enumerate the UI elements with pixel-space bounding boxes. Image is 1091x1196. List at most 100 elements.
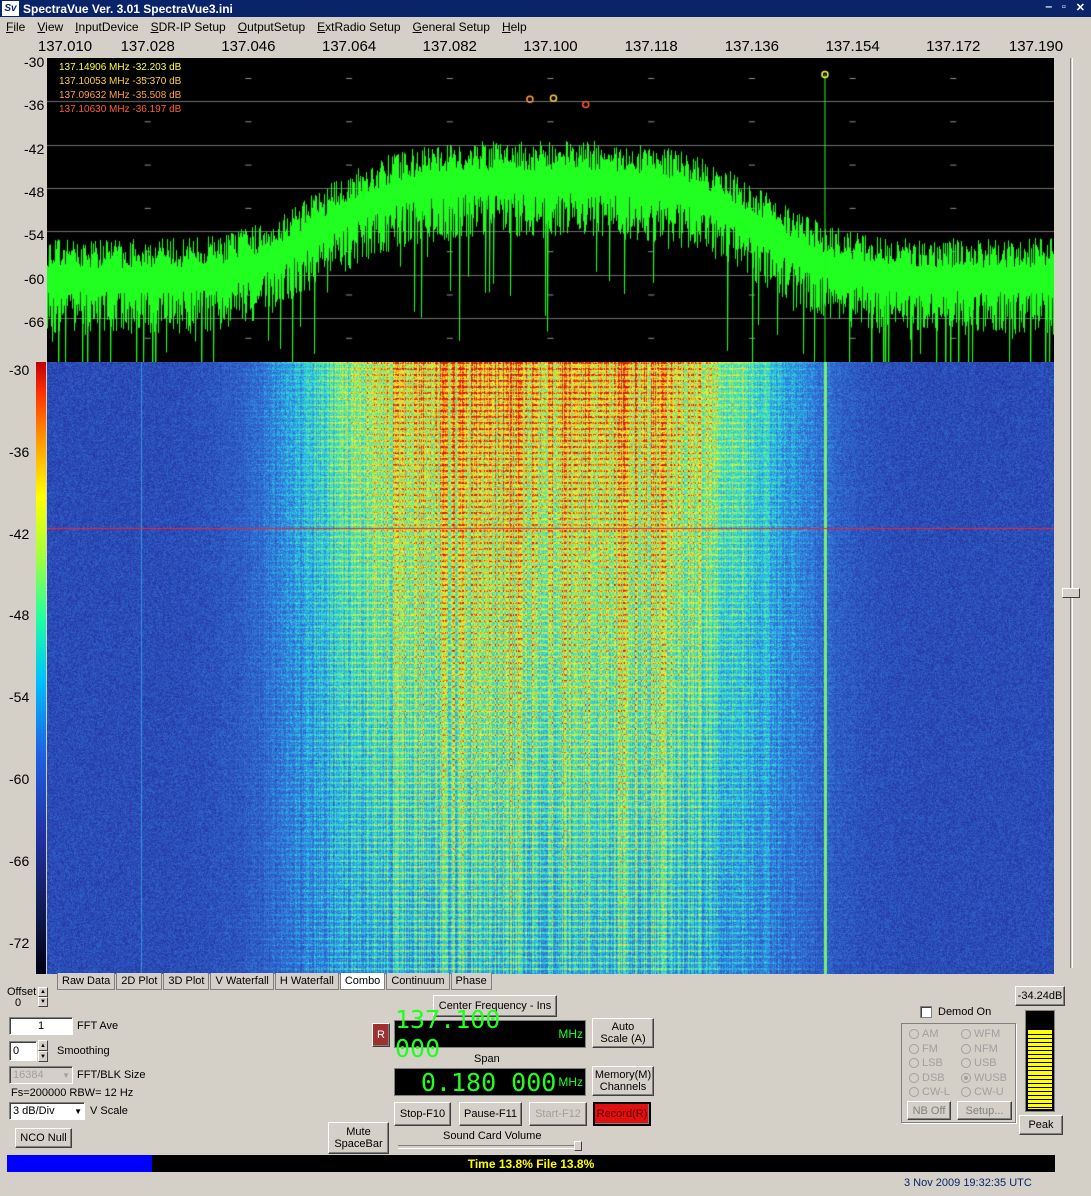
setup-button[interactable]: Setup... xyxy=(957,1101,1012,1120)
spectrum-y-label: -42 xyxy=(24,140,45,157)
meter-segment xyxy=(1028,1029,1052,1031)
mode-radio-wusb[interactable]: WUSB xyxy=(961,1072,1007,1084)
mode-radio-wfm[interactable]: WFM xyxy=(961,1028,1000,1040)
meter-segment xyxy=(1028,1049,1052,1051)
offset-spinner[interactable]: ▲ ▼ xyxy=(38,987,48,1007)
spectrum-y-label: -54 xyxy=(24,227,45,244)
demod-on-checkbox[interactable] xyxy=(920,1006,932,1018)
mode-label: WFM xyxy=(974,1028,1001,1040)
meter-segment xyxy=(1028,1070,1052,1072)
meter-segment xyxy=(1028,1099,1052,1101)
menu-item-help[interactable]: Help xyxy=(502,20,527,34)
tab-3d-plot[interactable]: 3D Plot xyxy=(163,973,210,990)
menu-item-sdr-ip-setup[interactable]: SDR-IP Setup xyxy=(151,20,226,34)
mode-radio-usb[interactable]: USB xyxy=(961,1057,997,1069)
slider-thumb[interactable] xyxy=(1062,588,1080,598)
meter-segment xyxy=(1028,1037,1052,1039)
frequency-tick-label: 137.064 xyxy=(321,38,377,55)
mode-label: CW-L xyxy=(922,1086,950,1098)
meter-segment xyxy=(1028,1107,1052,1109)
peak-button[interactable]: Peak xyxy=(1019,1115,1063,1135)
pause-button[interactable]: Pause-F11 xyxy=(459,1102,522,1126)
app-logo-icon: Sv xyxy=(2,1,19,16)
tab-continuum[interactable]: Continuum xyxy=(386,973,450,990)
mode-radio-cw-l[interactable]: CW-L xyxy=(909,1086,950,1098)
peak-marker-readout: 137.09632 MHz -35.508 dB xyxy=(59,90,182,101)
mode-radio-fm[interactable]: FM xyxy=(909,1043,938,1055)
meter-segment xyxy=(1028,1041,1052,1043)
offset-value: 0 xyxy=(15,997,22,1009)
mode-radio-lsb[interactable]: LSB xyxy=(909,1057,943,1069)
span-display[interactable]: 0.180 000 MHz xyxy=(394,1068,586,1097)
span-unit: MHz xyxy=(558,1075,583,1089)
tab-combo[interactable]: Combo xyxy=(339,973,386,990)
mode-radio-dsb[interactable]: DSB xyxy=(909,1072,945,1084)
smoothing-input[interactable]: 0 xyxy=(9,1041,37,1061)
frequency-tick-label: 137.154 xyxy=(825,38,880,55)
waterfall-y-label: -54 xyxy=(9,689,30,706)
mode-label: AM xyxy=(922,1028,939,1040)
meter-segment xyxy=(1028,1058,1052,1060)
menu-item-general-setup[interactable]: General Setup xyxy=(413,20,490,34)
start-button[interactable]: Start-F12 xyxy=(529,1102,587,1126)
peak-marker-readout: 137.14906 MHz -32.203 dB xyxy=(59,62,182,73)
frequency-tick-label: 137.136 xyxy=(724,38,780,55)
mode-radio-cw-u[interactable]: CW-U xyxy=(961,1086,1004,1098)
waterfall-contrast-slider[interactable] xyxy=(1061,58,1081,968)
peak-marker-readout: 137.10053 MHz -35.370 dB xyxy=(59,76,182,87)
sound-volume-slider[interactable] xyxy=(398,1145,582,1149)
fft-ave-label: FFT Ave xyxy=(77,1020,119,1032)
record-button[interactable]: Record(R) xyxy=(593,1102,651,1126)
frequency-tick-label: 137.082 xyxy=(422,38,477,55)
chevron-down-icon: ▼ xyxy=(74,1106,82,1116)
close-icon[interactable]: ✕ xyxy=(1076,1,1085,14)
mode-radio-am[interactable]: AM xyxy=(909,1028,939,1040)
frequency-tick-label: 137.118 xyxy=(624,38,678,55)
nb-off-button[interactable]: NB Off xyxy=(907,1101,951,1120)
meter-segment xyxy=(1028,1095,1052,1096)
tab-h-waterfall[interactable]: H Waterfall xyxy=(274,973,339,990)
mute-button[interactable]: Mute SpaceBar xyxy=(328,1122,389,1154)
mode-radio-nfm[interactable]: NFM xyxy=(961,1043,998,1055)
sample-rate-text: Fs=200000 RBW= 12 Hz xyxy=(11,1087,134,1099)
spectrum-plot[interactable]: 137.14906 MHz -32.203 dB 137.10053 MHz -3… xyxy=(47,58,1054,362)
r-button[interactable]: R xyxy=(372,1023,390,1047)
fft-size-select[interactable]: 16384 ▼ xyxy=(9,1066,73,1084)
memory-channels-button[interactable]: Memory(M) Channels xyxy=(592,1066,654,1096)
minimize-icon[interactable]: ‒ xyxy=(1046,1,1052,14)
menu-item-extradio-setup[interactable]: ExtRadio Setup xyxy=(317,20,400,34)
tab-raw-data[interactable]: Raw Data xyxy=(57,973,116,990)
stop-button[interactable]: Stop-F10 xyxy=(394,1102,451,1126)
menu-item-file[interactable]: File xyxy=(6,20,25,34)
demod-on-label: Demod On xyxy=(938,1006,992,1018)
nco-null-button[interactable]: NCO Null xyxy=(15,1128,72,1148)
smoothing-spinner[interactable]: ▲ ▼ xyxy=(38,1040,48,1062)
vscale-label: V Scale xyxy=(90,1105,128,1117)
mode-label: NFM xyxy=(974,1042,998,1055)
view-tabs: Raw Data 2D Plot 3D Plot V Waterfall H Water… xyxy=(57,973,493,990)
smoothing-label: Smoothing xyxy=(57,1045,110,1057)
menu-item-view[interactable]: View xyxy=(37,20,63,34)
sound-volume-label: Sound Card Volume xyxy=(443,1130,542,1142)
waterfall-display[interactable] xyxy=(47,362,1054,974)
vscale-value: 3 dB/Div xyxy=(13,1105,55,1117)
radio-icon xyxy=(961,1072,971,1083)
waterfall-y-label: -42 xyxy=(9,525,30,542)
spectrum-y-label: -66 xyxy=(24,313,45,330)
tab-phase[interactable]: Phase xyxy=(450,973,492,990)
frequency-tick-label: 137.172 xyxy=(926,38,981,55)
maximize-icon[interactable]: ▫ xyxy=(1062,1,1066,14)
menu-item-outputsetup[interactable]: OutputSetup xyxy=(238,20,305,34)
fft-size-value: 16384 xyxy=(13,1069,44,1081)
radio-icon xyxy=(909,1072,919,1083)
center-frequency-display[interactable]: 137.100 000 MHz xyxy=(394,1005,586,1063)
vscale-select[interactable]: 3 dB/Div ▼ xyxy=(9,1102,85,1120)
fft-ave-input[interactable]: 1 xyxy=(9,1017,73,1035)
tab-2d-plot[interactable]: 2D Plot xyxy=(116,973,163,990)
menu-item-inputdevice[interactable]: InputDevice xyxy=(75,20,138,34)
sound-volume-thumb[interactable] xyxy=(574,1141,582,1151)
mode-label: LSB xyxy=(922,1057,943,1069)
auto-scale-button[interactable]: Auto Scale (A) xyxy=(592,1018,654,1048)
tab-v-waterfall[interactable]: V Waterfall xyxy=(210,973,274,990)
meter-segment xyxy=(1028,1090,1052,1092)
